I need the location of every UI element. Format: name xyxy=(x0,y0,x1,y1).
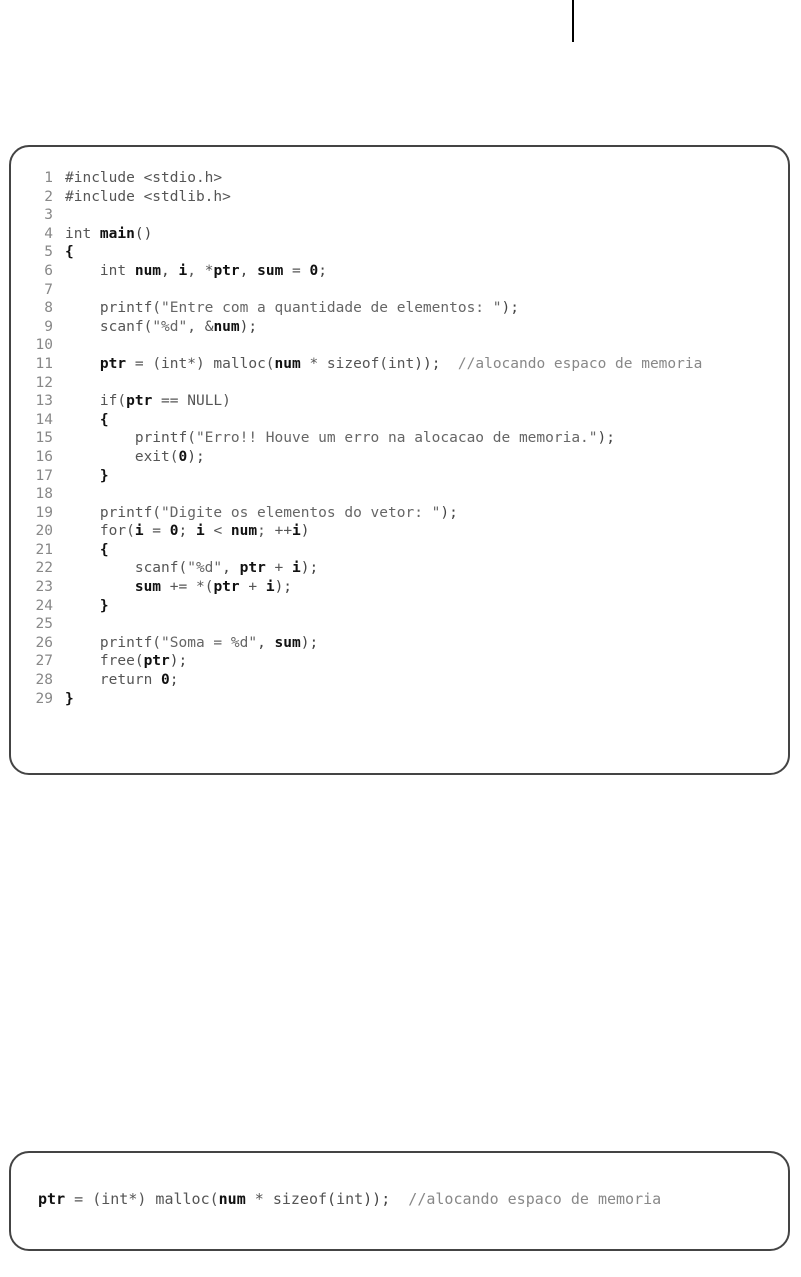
code-content: printf("Soma = %d", sum); xyxy=(65,634,770,653)
code-content: scanf("%d", ptr + i); xyxy=(65,559,770,578)
code-content: scanf("%d", &num); xyxy=(65,318,770,337)
code-line: ptr = (int*) malloc(num * sizeof(int)); … xyxy=(29,1189,770,1209)
code-line: 22 scanf("%d", ptr + i); xyxy=(29,559,770,578)
line-number: 20 xyxy=(29,522,65,541)
line-number: 22 xyxy=(29,559,65,578)
line-number: 3 xyxy=(29,206,65,225)
code-content: free(ptr); xyxy=(65,652,770,671)
line-number: 6 xyxy=(29,262,65,281)
code-line: 13 if(ptr == NULL) xyxy=(29,392,770,411)
code-line: 23 sum += *(ptr + i); xyxy=(29,578,770,597)
code-content: for(i = 0; i < num; ++i) xyxy=(65,522,770,541)
code-line: 25 xyxy=(29,615,770,634)
code-line: 14 { xyxy=(29,411,770,430)
line-number: 2 xyxy=(29,188,65,207)
line-number: 13 xyxy=(29,392,65,411)
code-line: 24 } xyxy=(29,597,770,616)
code-listing-1: 1#include <stdio.h>2#include <stdlib.h>3… xyxy=(9,145,790,775)
code-content: if(ptr == NULL) xyxy=(65,392,770,411)
code-line: 4int main() xyxy=(29,225,770,244)
code-line: 20 for(i = 0; i < num; ++i) xyxy=(29,522,770,541)
line-number: 26 xyxy=(29,634,65,653)
code-content: return 0; xyxy=(65,671,770,690)
code-content: printf("Erro!! Houve um erro na alocacao… xyxy=(65,429,770,448)
line-number: 7 xyxy=(29,281,65,300)
code-line: 5{ xyxy=(29,243,770,262)
code-line: 11 ptr = (int*) malloc(num * sizeof(int)… xyxy=(29,355,770,374)
code-content: { xyxy=(65,541,770,560)
code-line: 26 printf("Soma = %d", sum); xyxy=(29,634,770,653)
code-content: printf("Digite os elementos do vetor: ")… xyxy=(65,504,770,523)
line-number: 1 xyxy=(29,169,65,188)
line-number: 8 xyxy=(29,299,65,318)
code-line: 29} xyxy=(29,690,770,709)
line-number: 14 xyxy=(29,411,65,430)
code-content: printf("Entre com a quantidade de elemen… xyxy=(65,299,770,318)
code-body: 1#include <stdio.h>2#include <stdlib.h>3… xyxy=(29,169,770,708)
code-content: } xyxy=(65,690,770,709)
line-number: 4 xyxy=(29,225,65,244)
page-decoration xyxy=(572,0,574,42)
code-line: 17 } xyxy=(29,467,770,486)
line-number: 29 xyxy=(29,690,65,709)
code-content: #include <stdlib.h> xyxy=(65,188,770,207)
line-number: 18 xyxy=(29,485,65,504)
code-line: 10 xyxy=(29,336,770,355)
line-number: 10 xyxy=(29,336,65,355)
line-number: 28 xyxy=(29,671,65,690)
code-line: 3 xyxy=(29,206,770,225)
line-number: 21 xyxy=(29,541,65,560)
code-line: 19 printf("Digite os elementos do vetor:… xyxy=(29,504,770,523)
line-number: 23 xyxy=(29,578,65,597)
line-number: 11 xyxy=(29,355,65,374)
line-number: 12 xyxy=(29,374,65,393)
code-line: 27 free(ptr); xyxy=(29,652,770,671)
code-content: #include <stdio.h> xyxy=(65,169,770,188)
code-content: ptr = (int*) malloc(num * sizeof(int)); … xyxy=(65,355,770,374)
code-line: 15 printf("Erro!! Houve um erro na aloca… xyxy=(29,429,770,448)
line-number: 15 xyxy=(29,429,65,448)
code-line: 7 xyxy=(29,281,770,300)
code-line: 6 int num, i, *ptr, sum = 0; xyxy=(29,262,770,281)
code-line: 8 printf("Entre com a quantidade de elem… xyxy=(29,299,770,318)
code-line: 1#include <stdio.h> xyxy=(29,169,770,188)
code-content: int main() xyxy=(65,225,770,244)
code-line: 2#include <stdlib.h> xyxy=(29,188,770,207)
code-content: exit(0); xyxy=(65,448,770,467)
code-line: 12 xyxy=(29,374,770,393)
code-line: 21 { xyxy=(29,541,770,560)
code-content: ptr = (int*) malloc(num * sizeof(int)); … xyxy=(29,1189,770,1209)
code-listing-2: ptr = (int*) malloc(num * sizeof(int)); … xyxy=(9,1151,790,1251)
code-line: 18 xyxy=(29,485,770,504)
code-content: { xyxy=(65,411,770,430)
line-number: 16 xyxy=(29,448,65,467)
line-number: 9 xyxy=(29,318,65,337)
code-content: sum += *(ptr + i); xyxy=(65,578,770,597)
code-line: 28 return 0; xyxy=(29,671,770,690)
code-content: { xyxy=(65,243,770,262)
line-number: 24 xyxy=(29,597,65,616)
line-number: 27 xyxy=(29,652,65,671)
line-number: 5 xyxy=(29,243,65,262)
code-content: int num, i, *ptr, sum = 0; xyxy=(65,262,770,281)
code-content: } xyxy=(65,597,770,616)
line-number: 25 xyxy=(29,615,65,634)
code-line: 9 scanf("%d", &num); xyxy=(29,318,770,337)
code-line: 16 exit(0); xyxy=(29,448,770,467)
code-content: } xyxy=(65,467,770,486)
line-number: 19 xyxy=(29,504,65,523)
line-number: 17 xyxy=(29,467,65,486)
